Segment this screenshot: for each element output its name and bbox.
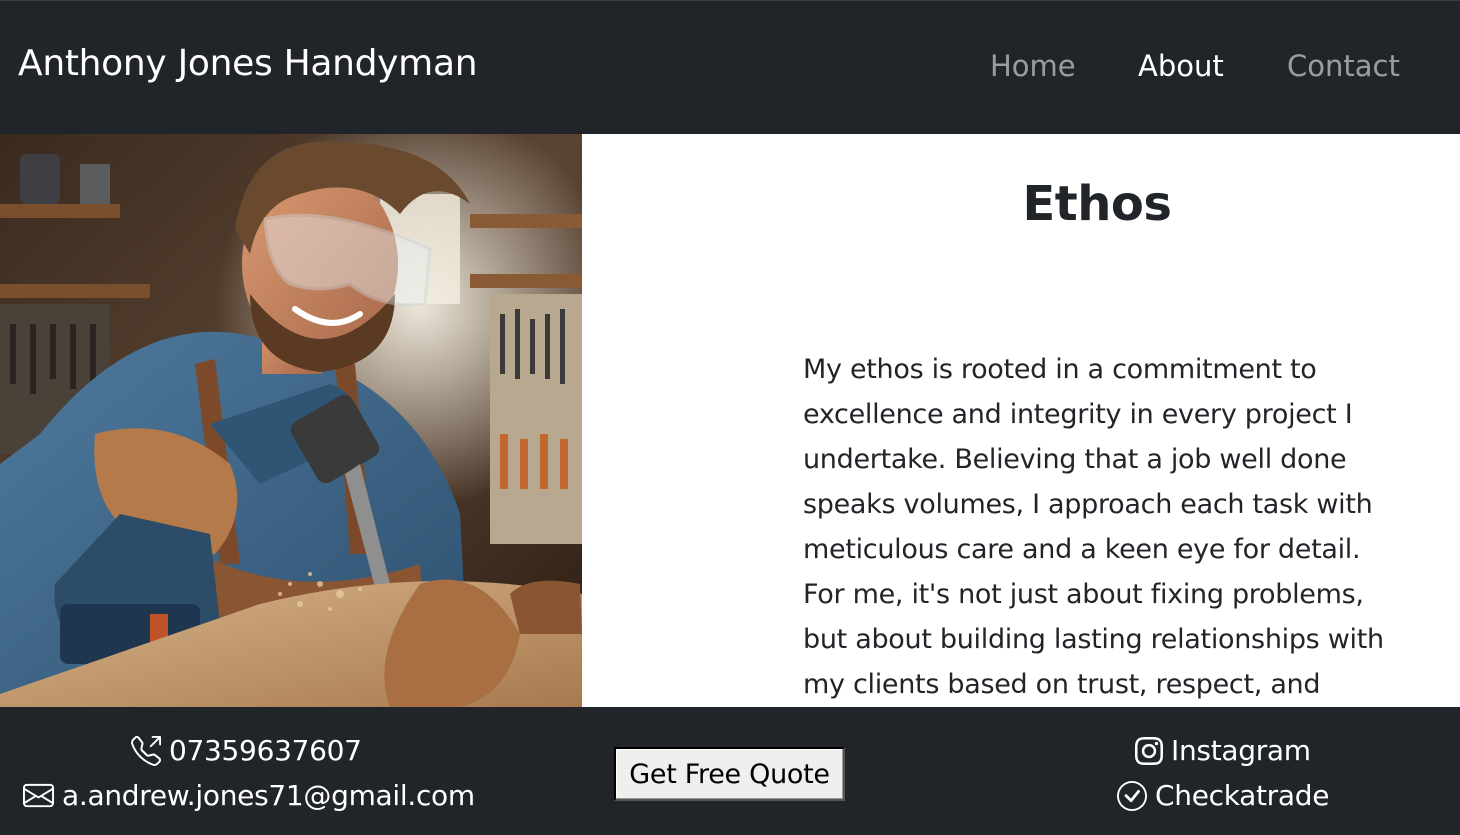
ethos-heading: Ethos (1022, 176, 1172, 232)
nav-link-about[interactable]: About (1138, 49, 1224, 83)
check-circle-icon (1117, 780, 1147, 811)
envelope-icon (23, 783, 54, 808)
instagram-label: Instagram (1171, 734, 1311, 767)
nav-links: Home About Contact (0, 49, 1460, 89)
email-link[interactable]: a.andrew.jones71@gmail.com (23, 779, 475, 812)
instagram-link[interactable]: Instagram (1135, 734, 1311, 767)
email-address: a.andrew.jones71@gmail.com (62, 779, 475, 812)
ethos-paragraph: My ethos is rooted in a commitment to ex… (803, 354, 1384, 700)
instagram-icon (1135, 736, 1163, 765)
get-free-quote-button[interactable]: Get Free Quote (614, 747, 845, 801)
ethos-section: Ethos My ethos is rooted in a commitment… (582, 134, 1460, 707)
checkatrade-label: Checkatrade (1155, 779, 1330, 812)
handyman-photo (0, 134, 582, 707)
footer: 07359637607 a.andrew.jones71@gmail.com G… (0, 707, 1460, 835)
telephone-outbound-icon (131, 735, 161, 766)
phone-link[interactable]: 07359637607 (131, 734, 362, 767)
nav-link-contact[interactable]: Contact (1287, 49, 1400, 83)
checkatrade-link[interactable]: Checkatrade (1117, 779, 1329, 812)
navbar: Anthony Jones Handyman Home About Contac… (0, 0, 1460, 134)
phone-number: 07359637607 (169, 734, 362, 767)
nav-link-home[interactable]: Home (990, 49, 1076, 83)
